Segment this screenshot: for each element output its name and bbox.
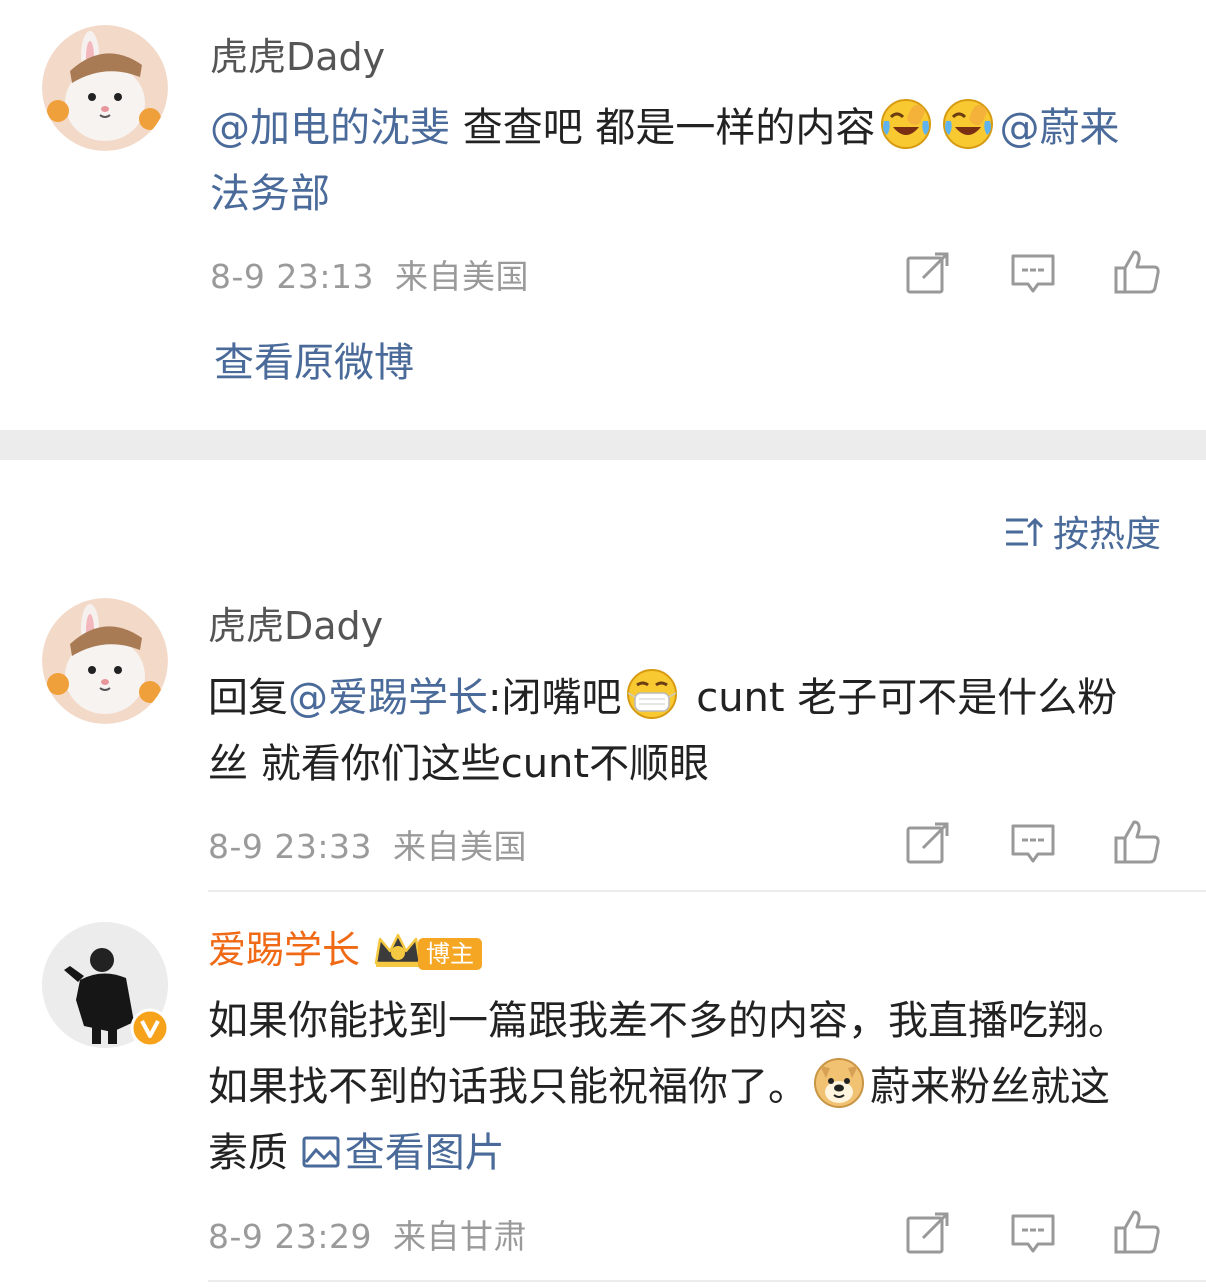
comment-username[interactable]: 虎虎Dady	[210, 34, 385, 80]
comment-icon[interactable]	[1008, 248, 1058, 298]
blogger-tag: 博主	[418, 938, 483, 970]
share-icon[interactable]	[903, 248, 953, 298]
sort-button[interactable]: 按热度	[1003, 505, 1161, 561]
comment-location: 来自美国	[395, 257, 529, 296]
comment-body: :闭嘴吧	[488, 675, 622, 721]
crown-icon	[372, 929, 424, 979]
comment-body: 查查吧 都是一样的内容	[450, 105, 876, 151]
comment-icon[interactable]	[1008, 818, 1058, 868]
author-name: 爱踢学长	[208, 928, 361, 972]
comment-icon[interactable]	[1008, 1208, 1058, 1258]
comment-time: 8-9 23:13	[210, 257, 374, 296]
comment-meta: 8-9 23:33 来自美国	[208, 820, 527, 868]
comment-location: 来自甘肃	[393, 1217, 527, 1256]
view-image-label: 查看图片	[344, 1130, 505, 1176]
row-divider	[208, 1280, 1206, 1282]
doge-emoji-icon	[812, 1056, 866, 1110]
like-icon[interactable]	[1112, 816, 1162, 866]
comment-text: @加电的沈斐 查查吧 都是一样的内容 @蔚来法务部	[210, 95, 1140, 227]
sort-icon	[1003, 512, 1044, 561]
like-icon[interactable]	[1112, 246, 1162, 296]
sort-label: 按热度	[1053, 514, 1162, 555]
verified-badge-icon	[130, 1008, 170, 1048]
mention-link[interactable]: @加电的沈斐	[210, 105, 450, 151]
view-image-link[interactable]: 查看图片	[301, 1130, 505, 1176]
view-original-link[interactable]: 查看原微博	[214, 330, 414, 388]
comment-meta: 8-9 23:29 来自甘肃	[208, 1210, 527, 1258]
avatar-rabbit[interactable]	[42, 598, 168, 724]
comment-username[interactable]: 虎虎Dady	[208, 603, 383, 649]
laughing-crying-emoji-icon	[941, 97, 995, 151]
section-divider	[0, 430, 1206, 460]
author-username[interactable]: 爱踢学长 博主	[208, 927, 483, 979]
row-divider	[208, 890, 1206, 892]
comment-text: 如果你能找到一篇跟我差不多的内容，我直播吃翔。如果找不到的话我只能祝福你了。 蔚来…	[208, 988, 1138, 1192]
share-icon[interactable]	[903, 1208, 953, 1258]
laughing-crying-emoji-icon	[879, 97, 933, 151]
image-icon	[301, 1126, 341, 1192]
reply-prefix: 回复	[208, 675, 288, 721]
avatar-rabbit[interactable]	[42, 25, 168, 151]
comment-time: 8-9 23:29	[208, 1217, 372, 1256]
like-icon[interactable]	[1112, 1206, 1162, 1256]
mention-link[interactable]: @爱踢学长	[288, 675, 488, 721]
share-icon[interactable]	[903, 818, 953, 868]
comment-location: 来自美国	[393, 827, 527, 866]
mask-face-emoji-icon	[625, 667, 679, 721]
author-badge: 博主	[372, 929, 483, 979]
comment-text: 回复@爱踢学长:闭嘴吧 cunt 老子可不是什么粉丝 就看你们这些cunt不顺眼	[208, 665, 1138, 797]
comment-meta: 8-9 23:13 来自美国	[210, 250, 529, 298]
comment-time: 8-9 23:33	[208, 827, 372, 866]
